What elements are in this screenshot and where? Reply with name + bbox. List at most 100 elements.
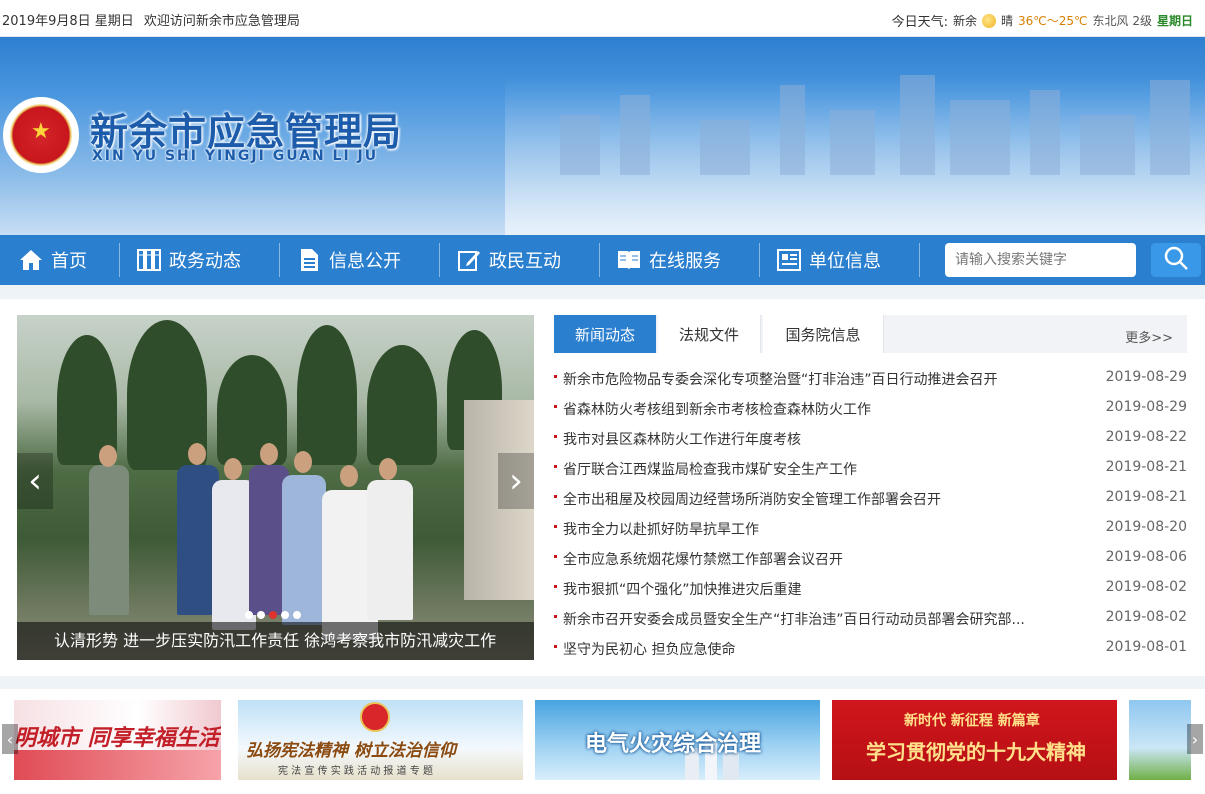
banner-text: 电气火灾综合治理 (585, 732, 762, 757)
nav-label: 单位信息 (809, 251, 881, 272)
slider-dot[interactable] (257, 611, 265, 619)
news-item[interactable]: 我市狠抓“四个强化”加快推进灾后重建 2019-08-02 (554, 577, 1187, 607)
search-input[interactable] (945, 243, 1136, 277)
banner-building (1030, 90, 1060, 175)
news-title[interactable]: 新余市召开安委会成员暨安全生产“打非治违”百日行动动员部署会研究部... (563, 609, 1083, 629)
banner-building (900, 75, 935, 175)
nav-item-interaction[interactable]: 政民互动 (457, 235, 561, 285)
banner-text: 学习贯彻党的十九大精神 (866, 740, 1086, 764)
weather-wind: 东北风 2级 (1092, 14, 1152, 28)
bullet-icon (554, 465, 557, 468)
news-date: 2019-08-06 (1105, 549, 1187, 565)
edit-icon (457, 248, 481, 272)
weather-temperature: 36℃～25℃ (1018, 14, 1088, 28)
nav-label: 政民互动 (489, 251, 561, 272)
feature-banner-card[interactable]: 电气火灾综合治理 (535, 700, 820, 780)
news-title[interactable]: 全市出租屋及校园周边经营场所消防安全管理工作部署会召开 (563, 489, 1083, 509)
slide-image-person-head (294, 451, 312, 473)
strip-next-arrow[interactable]: › (1187, 724, 1203, 754)
tab-regulations[interactable]: 法规文件 (658, 315, 761, 353)
feature-banner-strip: 明城市 同享幸福生活 弘扬宪法精神 树立法治信仰 宪 法 宣 传 实 践 活 动… (0, 689, 1205, 794)
more-link[interactable]: 更多>> (1125, 327, 1173, 346)
news-title[interactable]: 我市全力以赴抓好防旱抗旱工作 (563, 519, 1083, 539)
slide-caption[interactable]: 认清形势 进一步压实防汛工作责任 徐鸿考察我市防汛减灾工作 (54, 627, 496, 651)
slider-dot[interactable] (293, 611, 301, 619)
news-item[interactable]: 新余市危险物品专委会深化专项整治暨“打非治违”百日行动推进会召开 2019-08-… (554, 367, 1187, 397)
feature-banner-card[interactable]: 弘扬宪法精神 树立法治信仰 宪 法 宣 传 实 践 活 动 报 道 专 题 (238, 700, 523, 780)
bullet-icon (554, 495, 557, 498)
nav-item-unit-info[interactable]: 单位信息 (777, 235, 881, 285)
book-icon (617, 248, 641, 272)
slide-image-person-head (188, 443, 206, 465)
slider-next-arrow[interactable]: › (498, 453, 534, 509)
slide-image-person-head (379, 458, 397, 480)
info-board-icon (777, 248, 801, 272)
news-date: 2019-08-01 (1105, 639, 1187, 655)
weather-widget: 今日天气: 新余 晴 36℃～25℃ 东北风 2级 星期日 (892, 11, 1193, 30)
bullet-icon (554, 375, 557, 378)
top-bar-left: 2019年9月8日 星期日 欢迎访问新余市应急管理局 (2, 10, 300, 29)
strip-prev-arrow[interactable]: ‹ (2, 724, 18, 754)
slide-image-person-head (260, 443, 278, 465)
nav-label: 政务动态 (169, 251, 241, 272)
news-item[interactable]: 我市全力以赴抓好防旱抗旱工作 2019-08-20 (554, 517, 1187, 547)
welcome-text: 欢迎访问新余市应急管理局 (143, 14, 300, 29)
news-item[interactable]: 新余市召开安委会成员暨安全生产“打非治违”百日行动动员部署会研究部... 2019… (554, 607, 1187, 637)
news-item[interactable]: 省森林防火考核组到新余市考核检查森林防火工作 2019-08-29 (554, 397, 1187, 427)
news-item[interactable]: 坚守为民初心 担负应急使命 2019-08-01 (554, 637, 1187, 667)
news-item[interactable]: 我市对县区森林防火工作进行年度考核 2019-08-22 (554, 427, 1187, 457)
nav-item-news[interactable]: 政务动态 (137, 235, 241, 285)
slider-dot[interactable] (245, 611, 253, 619)
slider-dot-active[interactable] (269, 611, 277, 619)
header-banner: ★ 新余市应急管理局 XIN YU SHI YINGJI GUAN LI JU (0, 37, 1205, 235)
site-subtitle: XIN YU SHI YINGJI GUAN LI JU (92, 148, 379, 164)
slide-image-person (89, 465, 129, 615)
nav-label: 在线服务 (649, 251, 721, 272)
news-title[interactable]: 省森林防火考核组到新余市考核检查森林防火工作 (563, 399, 1083, 419)
news-title[interactable]: 我市狠抓“四个强化”加快推进灾后重建 (563, 579, 1083, 599)
news-date: 2019-08-21 (1105, 489, 1187, 505)
search-button[interactable] (1151, 243, 1201, 277)
feature-banner-card[interactable] (1129, 700, 1191, 780)
slider-prev-arrow[interactable]: ‹ (17, 453, 53, 509)
home-icon (19, 248, 43, 272)
banner-subtext: 宪 法 宣 传 实 践 活 动 报 道 专 题 (278, 766, 433, 777)
banner-decoration (14, 750, 221, 780)
news-title[interactable]: 新余市危险物品专委会深化专项整治暨“打非治违”百日行动推进会召开 (563, 369, 1083, 389)
weather-label: 今日天气: (891, 15, 948, 30)
feature-banner-card[interactable]: 明城市 同享幸福生活 (14, 700, 221, 780)
news-date: 2019-08-20 (1105, 519, 1187, 535)
tab-state-council[interactable]: 国务院信息 (763, 315, 884, 353)
image-slider[interactable]: ‹ › 认清形势 进一步压实防汛工作责任 徐鸿考察我市防汛减灾工作 (17, 315, 534, 660)
bullet-icon (554, 555, 557, 558)
tab-news[interactable]: 新闻动态 (554, 315, 656, 353)
news-title[interactable]: 坚守为民初心 担负应急使命 (563, 639, 1083, 659)
nav-item-info-disclosure[interactable]: 信息公开 (297, 235, 401, 285)
news-item[interactable]: 省厅联合江西煤监局检查我市煤矿安全生产工作 2019-08-21 (554, 457, 1187, 487)
slide-image-person-head (99, 445, 117, 467)
nav-divider (439, 243, 440, 277)
nav-item-home[interactable]: 首页 (19, 235, 87, 285)
nav-item-online-service[interactable]: 在线服务 (617, 235, 721, 285)
main-nav: 首页 政务动态 信息公开 政民互动 在线服务 单位信息 (0, 235, 1205, 285)
weather-city: 新余 (953, 14, 978, 28)
nav-divider (279, 243, 280, 277)
news-title[interactable]: 我市对县区森林防火工作进行年度考核 (563, 429, 1083, 449)
banner-building (560, 115, 600, 175)
slide-image-person-head (224, 458, 242, 480)
news-title[interactable]: 省厅联合江西煤监局检查我市煤矿安全生产工作 (563, 459, 1083, 479)
news-date: 2019-08-29 (1105, 369, 1187, 385)
weather-condition: 晴 (1001, 14, 1014, 28)
news-date: 2019-08-29 (1105, 399, 1187, 415)
news-title[interactable]: 全市应急系统烟花爆竹禁燃工作部署会议召开 (563, 549, 1083, 569)
slider-dot[interactable] (281, 611, 289, 619)
current-date: 2019年9月8日 星期日 (2, 14, 134, 29)
news-item[interactable]: 全市出租屋及校园周边经营场所消防安全管理工作部署会召开 2019-08-21 (554, 487, 1187, 517)
document-icon (297, 248, 321, 272)
banner-building (950, 100, 1010, 175)
feature-banner-card[interactable]: 新时代 新征程 新篇章 学习贯彻党的十九大精神 (832, 700, 1117, 780)
national-emblem-icon: ★ (3, 97, 79, 173)
news-item[interactable]: 全市应急系统烟花爆竹禁燃工作部署会议召开 2019-08-06 (554, 547, 1187, 577)
nav-label: 首页 (51, 251, 87, 272)
star-icon: ★ (31, 119, 51, 144)
